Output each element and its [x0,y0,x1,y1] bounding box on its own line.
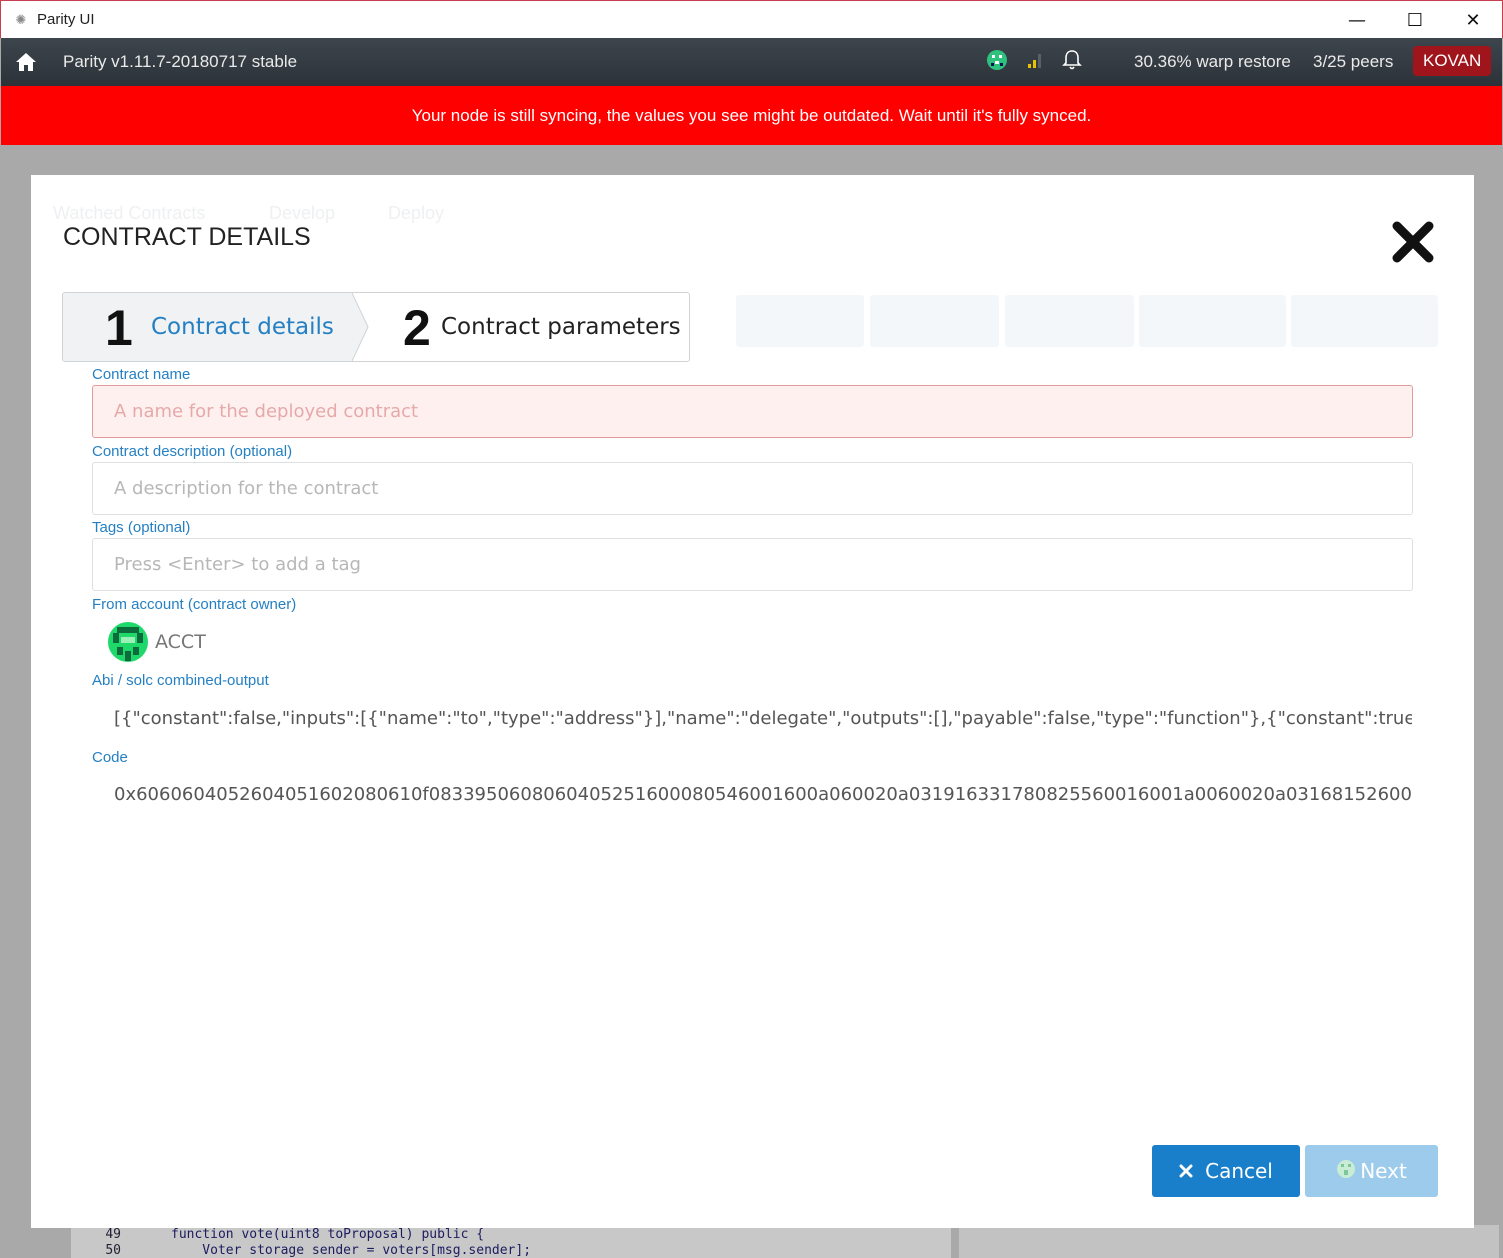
stepper: 1 Contract details 2 Contract parameters [62,292,690,362]
signal-strength-icon[interactable] [1026,50,1044,75]
ghost-save-button [1005,295,1134,347]
abi-label: Abi / solc combined-output [92,672,269,689]
editor-line-number: 49 [105,1227,121,1242]
network-badge[interactable]: KOVAN [1413,46,1492,76]
minimize-button[interactable]: — [1328,1,1386,39]
code-input[interactable]: 0x6060604052604051602080610f083395060806… [92,768,1413,821]
close-modal-icon[interactable] [1391,220,1435,264]
contract-description-input[interactable]: A description for the contract [92,462,1413,515]
contract-name-input[interactable]: A name for the deployed contract [92,385,1413,438]
editor-code-line: Voter storage sender = voters[msg.sender… [171,1243,532,1258]
ghost-tab-develop: Develop [269,203,336,223]
cancel-button[interactable]: Cancel [1152,1145,1300,1197]
next-button-label: Next [1360,1159,1407,1183]
sync-status: 30.36% warp restore [1134,52,1291,71]
contract-details-modal: Watched Contracts Develop Deploy CONTRAC… [31,175,1474,1228]
cancel-button-label: Cancel [1205,1159,1273,1183]
window-titlebar: ✺ Parity UI — ☐ ✕ [0,0,1503,38]
parity-logo-icon: ✺ [15,11,27,27]
account-identicon-icon[interactable] [986,49,1008,76]
sync-warning-banner: Your node is still syncing, the values y… [1,86,1502,145]
maximize-button[interactable]: ☐ [1386,1,1444,39]
contract-name-label: Contract name [92,366,191,383]
window-controls: — ☐ ✕ [1328,1,1502,39]
window-title: Parity UI [37,11,95,28]
next-button[interactable]: Next [1305,1145,1438,1197]
abi-input[interactable]: [{"constant":false,"inputs":[{"name":"to… [92,692,1413,745]
parity-version: Parity v1.11.7-20180717 stable [63,52,298,71]
ghost-import-button [1291,295,1438,347]
step-number: 2 [403,300,431,356]
tags-label: Tags (optional) [92,519,191,536]
step-label: Contract parameters [441,314,681,340]
notification-bell-icon[interactable] [1062,49,1082,76]
account-name: ACCT [155,631,206,653]
background-code-editor: 49 function vote(uint8 toProposal) publi… [71,1225,951,1258]
step-number: 1 [105,300,133,356]
background-compiler-panel [959,1225,1499,1258]
modal-title: CONTRACT DETAILS [63,223,311,251]
editor-code-line: function vote(uint8 toProposal) public { [171,1227,485,1242]
contract-description-label: Contract description (optional) [92,443,293,460]
from-account-select[interactable]: ACCT [107,621,206,663]
tags-input[interactable]: Press <Enter> to add a tag [92,538,1413,591]
step-label: Contract details [151,314,334,340]
ghost-tab-deploy: Deploy [388,203,445,223]
home-icon[interactable] [1,38,51,86]
code-label: Code [92,749,128,766]
status-icons [986,38,1082,86]
from-account-label: From account (contract owner) [92,596,297,613]
close-icon [1179,1159,1193,1183]
ghost-new-button [736,295,864,347]
editor-line-number: 50 [105,1243,121,1258]
ghost-tab-watched: Watched Contracts [53,203,206,223]
account-identicon-icon [108,622,148,662]
step-chevron-icon [352,293,369,361]
identicon-icon [1336,1159,1356,1184]
ghost-load-button [870,295,999,347]
app-topbar: Parity v1.11.7-20180717 stable 30.36% wa… [1,38,1502,86]
peer-count: 3/25 peers [1313,52,1394,71]
ghost-export-button [1139,295,1286,347]
step-contract-details: 1 Contract details [63,293,353,361]
close-window-button[interactable]: ✕ [1444,1,1502,39]
